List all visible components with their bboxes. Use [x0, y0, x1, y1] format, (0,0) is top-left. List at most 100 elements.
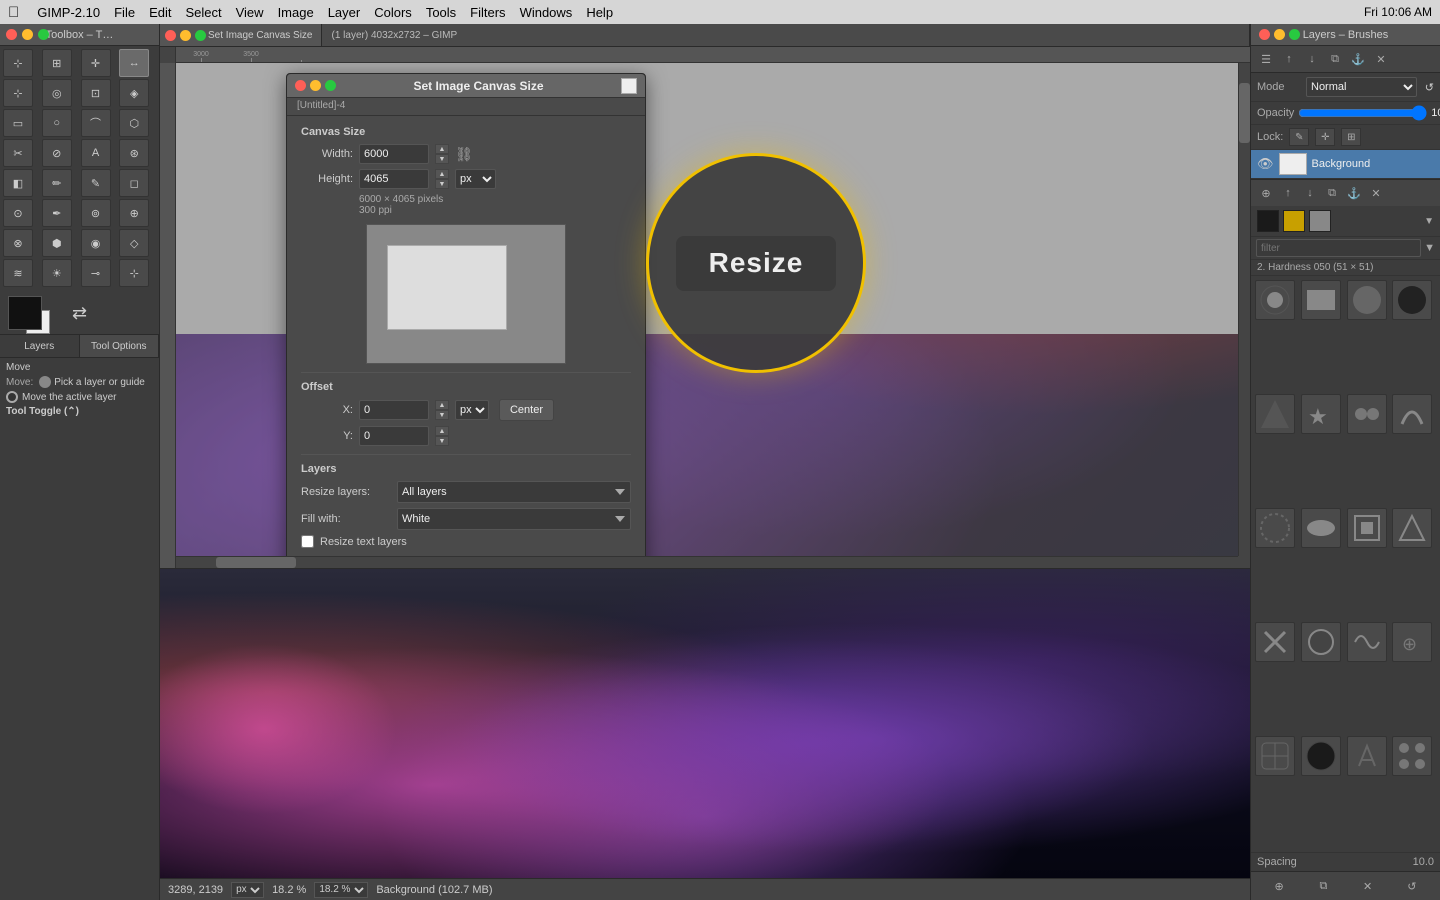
- tool-clone[interactable]: ⊕: [119, 199, 149, 227]
- resize-text-label[interactable]: Resize text layers: [320, 536, 407, 548]
- tool-mybrush[interactable]: ⊚: [81, 199, 111, 227]
- tool-transform[interactable]: ↔: [119, 49, 149, 77]
- move-radio[interactable]: [39, 376, 51, 388]
- duplicate-icon[interactable]: ⧉: [1322, 183, 1342, 203]
- width-down[interactable]: ▼: [435, 154, 449, 164]
- brush-item-8[interactable]: [1392, 394, 1432, 434]
- menu-select[interactable]: Select: [185, 5, 221, 20]
- new-brush-btn[interactable]: ⊕: [1269, 876, 1289, 896]
- tool-pencil[interactable]: ✏: [42, 169, 72, 197]
- tool-smudge[interactable]: ≋: [3, 259, 33, 287]
- menu-tools[interactable]: Tools: [426, 5, 456, 20]
- brush-item-15[interactable]: [1347, 622, 1387, 662]
- anchor-icon[interactable]: ⚓: [1344, 183, 1364, 203]
- tool-ptr[interactable]: ⊹: [3, 49, 33, 77]
- dialog-max[interactable]: [325, 80, 336, 91]
- filter-arrow-icon[interactable]: ▼: [1424, 242, 1435, 254]
- menu-help[interactable]: Help: [586, 5, 613, 20]
- brush-item-20[interactable]: [1392, 736, 1432, 776]
- swap-colors-icon[interactable]: ⇄: [72, 303, 87, 324]
- tool-scale[interactable]: ⊡: [81, 79, 111, 107]
- brush-item-2[interactable]: [1301, 280, 1341, 320]
- tool-rect-sel[interactable]: ▭: [3, 109, 33, 137]
- toolbox-zoom-btn[interactable]: [38, 29, 49, 40]
- refresh-icon[interactable]: ↺: [1425, 81, 1434, 94]
- apple-icon[interactable]: : [8, 4, 19, 21]
- brush-item-18[interactable]: [1301, 736, 1341, 776]
- layer-visibility-icon[interactable]: 👁: [1257, 156, 1274, 172]
- delete-brush-btn[interactable]: ✕: [1358, 876, 1378, 896]
- brush-item-7[interactable]: [1347, 394, 1387, 434]
- right-close[interactable]: [1259, 29, 1270, 40]
- tool-perspective[interactable]: ⬢: [42, 229, 72, 257]
- tool-measure[interactable]: ⊹: [119, 259, 149, 287]
- swatch-black[interactable]: [1257, 210, 1279, 232]
- app-name[interactable]: GIMP-2.10: [37, 5, 100, 20]
- dialog-min[interactable]: [310, 80, 321, 91]
- brush-item-10[interactable]: [1301, 508, 1341, 548]
- tool-sharpen[interactable]: ◇: [119, 229, 149, 257]
- menu-windows[interactable]: Windows: [520, 5, 573, 20]
- toolbox-close-btn[interactable]: [6, 29, 17, 40]
- brush-filter-input[interactable]: [1256, 239, 1421, 257]
- tool-shear[interactable]: ◈: [119, 79, 149, 107]
- canvas-size-dialog[interactable]: Set Image Canvas Size [Untitled]-4 Canva…: [286, 73, 646, 568]
- menu-file[interactable]: File: [114, 5, 135, 20]
- brush-item-5[interactable]: [1255, 394, 1295, 434]
- tool-eraser[interactable]: ◻: [119, 169, 149, 197]
- height-up[interactable]: ▲: [435, 169, 449, 179]
- height-spinner[interactable]: ▲ ▼: [435, 169, 449, 189]
- lock-position-btn[interactable]: ✛: [1315, 128, 1335, 146]
- chain-icon[interactable]: ⛓: [455, 145, 473, 163]
- x-up[interactable]: ▲: [435, 400, 449, 410]
- horizontal-scrollbar[interactable]: [176, 556, 1238, 568]
- center-button[interactable]: Center: [499, 399, 554, 421]
- brush-item-4[interactable]: [1392, 280, 1432, 320]
- width-up[interactable]: ▲: [435, 144, 449, 154]
- tool-crop[interactable]: ⊹: [3, 79, 33, 107]
- brush-item-3[interactable]: [1347, 280, 1387, 320]
- y-input[interactable]: [359, 426, 429, 446]
- tool-text[interactable]: A: [81, 139, 111, 167]
- mode-select[interactable]: Normal: [1306, 77, 1417, 97]
- brush-item-12[interactable]: [1392, 508, 1432, 548]
- tab-tool-options[interactable]: Tool Options: [80, 335, 160, 357]
- dialog-close[interactable]: [295, 80, 306, 91]
- new-layer-icon[interactable]: ⊕: [1256, 183, 1276, 203]
- brush-item-14[interactable]: [1301, 622, 1341, 662]
- tool-dodge[interactable]: ☀: [42, 259, 72, 287]
- lower-icon[interactable]: ↓: [1300, 183, 1320, 203]
- resize-layers-select[interactable]: All layers No layers Image-sized layers: [397, 481, 631, 503]
- y-down[interactable]: ▼: [435, 436, 449, 446]
- win1-min[interactable]: [180, 30, 191, 41]
- scroll-thumb-v[interactable]: [1239, 83, 1250, 143]
- y-up[interactable]: ▲: [435, 426, 449, 436]
- tool-fuzzy[interactable]: ⬡: [119, 109, 149, 137]
- menu-image[interactable]: Image: [278, 5, 314, 20]
- x-down[interactable]: ▼: [435, 410, 449, 420]
- toolbox-minimize-btn[interactable]: [22, 29, 33, 40]
- tool-heal[interactable]: ⊗: [3, 229, 33, 257]
- resize-callout-button[interactable]: Resize: [676, 236, 836, 291]
- vertical-scrollbar[interactable]: [1238, 63, 1250, 568]
- zoom-dropdown[interactable]: 18.2 %: [314, 882, 368, 898]
- brush-item-17[interactable]: [1255, 736, 1295, 776]
- swatch-gold[interactable]: [1283, 210, 1305, 232]
- height-down[interactable]: ▼: [435, 179, 449, 189]
- opacity-slider[interactable]: [1298, 106, 1427, 120]
- tool-paintbrush[interactable]: ✎: [81, 169, 111, 197]
- raise-layer-btn[interactable]: ↑: [1279, 49, 1299, 69]
- move-active-layer-radio[interactable]: [6, 391, 18, 403]
- duplicate-brush-btn[interactable]: ⧉: [1313, 876, 1333, 896]
- tool-ink[interactable]: ✒: [42, 199, 72, 227]
- lock-alpha-btn[interactable]: ⊞: [1341, 128, 1361, 146]
- y-spinner[interactable]: ▲ ▼: [435, 426, 449, 446]
- tool-bucket[interactable]: ⊛: [119, 139, 149, 167]
- x-spinner[interactable]: ▲ ▼: [435, 400, 449, 420]
- tool-scissors[interactable]: ✂: [3, 139, 33, 167]
- right-max[interactable]: [1289, 29, 1300, 40]
- menu-filters[interactable]: Filters: [470, 5, 505, 20]
- win1-close[interactable]: [165, 30, 176, 41]
- tool-free-sel[interactable]: ⌒: [81, 109, 111, 137]
- right-min[interactable]: [1274, 29, 1285, 40]
